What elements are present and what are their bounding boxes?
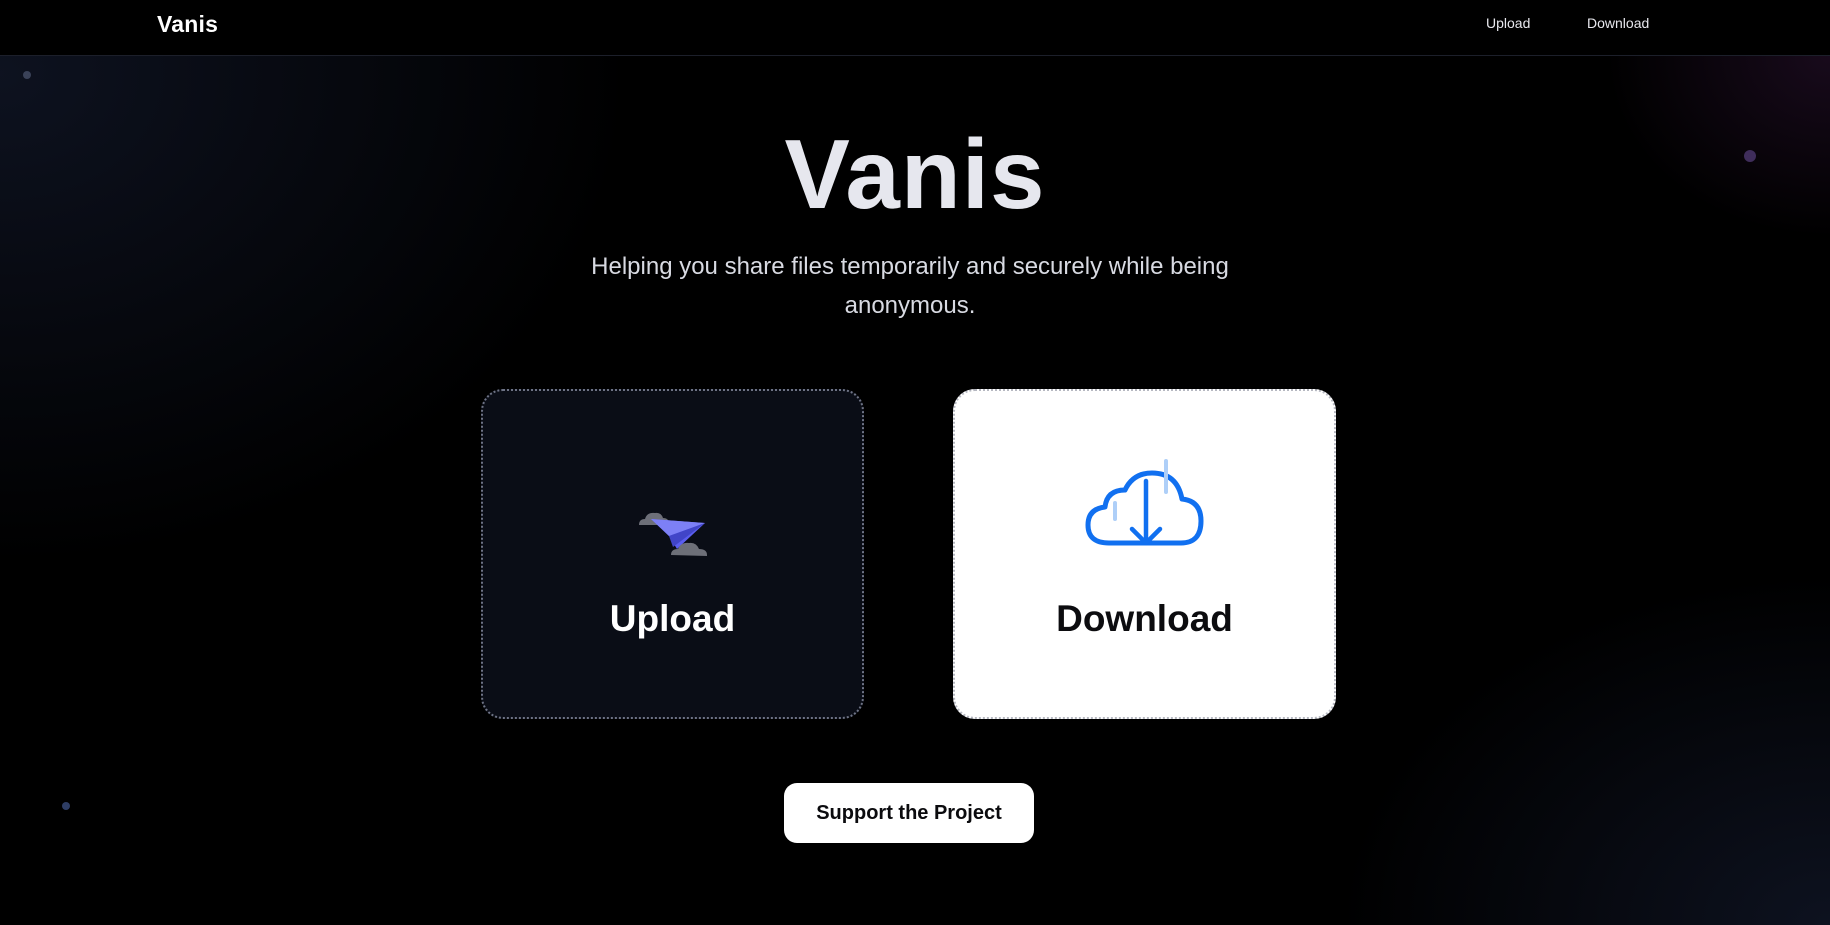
page-subtitle: Helping you share files temporarily and … <box>591 253 1229 319</box>
paper-plane-icon <box>633 503 713 568</box>
decorative-dot <box>23 71 31 79</box>
cloud-download-icon <box>1085 459 1207 554</box>
page-title: Vanis <box>784 119 1046 229</box>
nav-link-upload[interactable]: Upload <box>1486 15 1530 31</box>
page: Vanis Upload Download Vanis Helping you … <box>0 0 1830 925</box>
decorative-dot <box>62 802 70 810</box>
support-project-button[interactable]: Support the Project <box>784 783 1034 843</box>
upload-card[interactable]: Upload <box>481 389 864 719</box>
nav-link-download[interactable]: Download <box>1587 15 1649 31</box>
brand-logo[interactable]: Vanis <box>157 11 218 38</box>
upload-card-label: Upload <box>609 598 736 639</box>
navbar: Vanis Upload Download <box>0 0 1830 56</box>
download-card-label: Download <box>1056 598 1233 639</box>
download-card[interactable]: Download <box>953 389 1336 719</box>
